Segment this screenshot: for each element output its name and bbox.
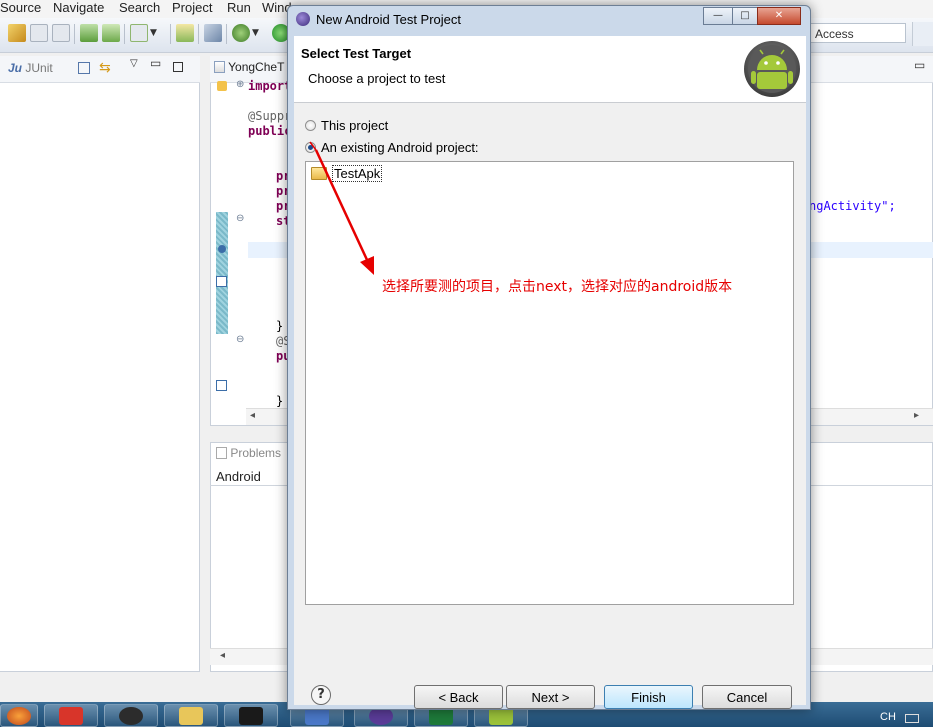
help-button[interactable]: ?	[311, 685, 331, 705]
eclipse-icon	[296, 12, 310, 26]
wizard-title: Select Test Target	[301, 46, 412, 61]
task-icon	[216, 380, 227, 391]
close-button[interactable]: ✕	[757, 7, 801, 25]
scroll-right-icon[interactable]: ▸	[914, 410, 919, 421]
scroll-left-icon[interactable]: ◂	[220, 650, 225, 661]
annotation-text: 选择所要测的项目，点击next，选择对应的android版本	[382, 279, 733, 295]
android-logo-icon	[744, 41, 800, 97]
page-icon[interactable]	[30, 24, 48, 42]
new-class-icon[interactable]	[176, 24, 194, 42]
paragraph-icon[interactable]	[52, 24, 70, 42]
keyboard-icon[interactable]	[905, 714, 919, 723]
minimize-editor-icon[interactable]: ▭	[914, 58, 925, 72]
cancel-button[interactable]: Cancel	[702, 685, 792, 709]
edit-icon[interactable]	[8, 24, 26, 42]
chevron-down-icon[interactable]: ▼	[150, 24, 162, 42]
view-menu-icon[interactable]: ▽	[130, 58, 138, 69]
left-panel	[0, 56, 200, 672]
task-icon	[216, 276, 227, 287]
fold-collapse-icon[interactable]: ⊖	[236, 213, 244, 224]
fold-expand-icon[interactable]: ⊕	[236, 79, 244, 90]
taskbar-item-avd[interactable]	[104, 704, 158, 727]
scroll-left-icon[interactable]: ◂	[250, 410, 255, 421]
menu-run[interactable]: Run	[227, 0, 251, 18]
tab-junit[interactable]: Ju JUnit	[8, 61, 53, 75]
code-line: import	[248, 79, 292, 93]
avd-icon	[119, 707, 143, 725]
warning-icon	[217, 81, 227, 91]
finish-button[interactable]: Finish	[604, 685, 693, 709]
input-language-indicator[interactable]: CH	[880, 711, 896, 723]
android-sdk-label: Android	[216, 469, 261, 484]
tab-problems[interactable]: Problems	[216, 446, 281, 460]
chevron-down-icon[interactable]: ▼	[252, 24, 264, 42]
menu-search[interactable]: Search	[119, 0, 160, 18]
maximize-button[interactable]: □	[732, 7, 758, 25]
perspective-button[interactable]	[912, 22, 933, 46]
device-icon[interactable]	[102, 24, 120, 42]
java-file-icon	[214, 61, 225, 73]
project-list[interactable]	[305, 161, 794, 605]
change-ruler	[216, 212, 228, 334]
breakpoint-icon	[218, 245, 226, 253]
back-button[interactable]: < Back	[414, 685, 503, 709]
taskbar-item-explorer[interactable]	[164, 704, 218, 727]
wizard-subtitle: Choose a project to test	[308, 71, 446, 86]
code-line: }	[276, 394, 284, 408]
dialog-title: New Android Test Project	[316, 12, 461, 27]
minimize-view-icon[interactable]: ▭	[150, 56, 161, 70]
code-line: public	[248, 124, 292, 138]
problems-icon	[216, 447, 227, 459]
menu-project[interactable]: Project	[172, 0, 212, 18]
wrench-icon[interactable]	[204, 24, 222, 42]
taskbar-item-console[interactable]	[224, 704, 278, 727]
checkbox-icon[interactable]	[130, 24, 148, 42]
radio-this-project[interactable]: This project	[305, 118, 505, 134]
history-icon[interactable]: ⇆	[99, 60, 111, 76]
menu-source[interactable]: Source	[0, 0, 41, 18]
taskbar-item-firefox[interactable]	[0, 704, 38, 727]
project-name: TestApk	[332, 165, 383, 182]
next-button[interactable]: Next >	[506, 685, 595, 709]
console-icon	[239, 707, 263, 725]
maximize-view-icon[interactable]	[173, 62, 183, 72]
fold-collapse-icon[interactable]: ⊖	[236, 334, 244, 345]
taskbar-item-app[interactable]	[44, 704, 98, 727]
quick-access-input[interactable]: Access	[810, 23, 906, 43]
code-line: @Suppr	[248, 109, 292, 123]
radio-button[interactable]	[305, 142, 316, 153]
debug-icon[interactable]	[232, 24, 250, 42]
minimize-button[interactable]: —	[703, 7, 733, 25]
code-string-fragment: ngActivity";	[809, 199, 896, 213]
download-icon[interactable]	[80, 24, 98, 42]
menu-navigate[interactable]: Navigate	[53, 0, 104, 18]
radio-existing-project[interactable]: An existing Android project:	[305, 140, 525, 156]
code-line: }	[276, 319, 284, 333]
folder-icon	[179, 707, 203, 725]
project-folder-icon	[311, 167, 327, 180]
app-icon	[59, 707, 83, 725]
layout-icon[interactable]	[78, 62, 90, 74]
editor-tab[interactable]: YongCheT	[214, 60, 284, 74]
radio-button[interactable]	[305, 120, 316, 131]
junit-icon: Ju	[8, 61, 23, 75]
